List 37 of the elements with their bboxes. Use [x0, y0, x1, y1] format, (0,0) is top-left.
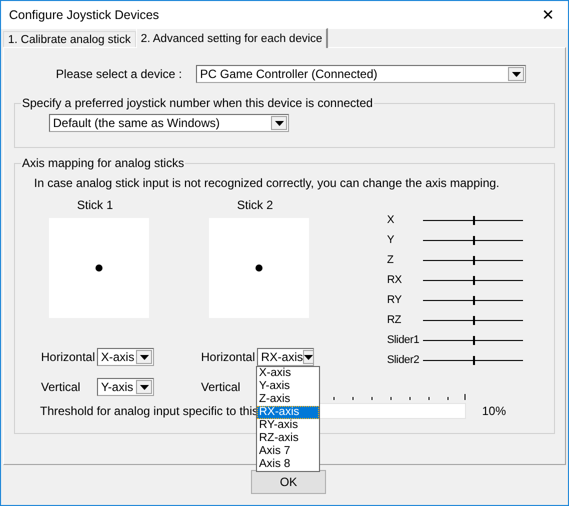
- window-title: Configure Joystick Devices: [8, 8, 160, 22]
- axis-name: RY: [387, 294, 402, 306]
- axis-dropdown[interactable]: X-axis: [97, 348, 154, 366]
- axis-name: X: [387, 214, 396, 226]
- axis-label: Horizontal: [201, 350, 256, 364]
- dropdown-option[interactable]: RZ-axis: [257, 432, 319, 445]
- dropdown-option[interactable]: Z-axis: [257, 393, 319, 406]
- tab[interactable]: 2. Advanced setting for each device: [136, 28, 328, 48]
- dropdown-option[interactable]: Y-axis: [257, 380, 319, 393]
- dropdown-option[interactable]: X-axis: [257, 367, 319, 380]
- axis-name: Slider2: [387, 354, 420, 366]
- axis-label: Vertical: [201, 380, 242, 394]
- axis-name: RX: [387, 274, 403, 286]
- tab[interactable]: 1. Calibrate analog stick: [3, 31, 136, 47]
- joystick-number-dropdown[interactable]: Default (the same as Windows): [49, 114, 289, 132]
- device-dropdown[interactable]: PC Game Controller (Connected): [196, 65, 526, 83]
- axis-name: Y: [387, 234, 396, 246]
- axis-name: Z: [387, 254, 394, 266]
- axis-name: Slider1: [387, 334, 420, 346]
- stick-label: Stick 2: [237, 198, 274, 212]
- stick-label: Stick 1: [77, 198, 114, 212]
- axis-name: RZ: [387, 314, 402, 326]
- ok-button[interactable]: OK: [251, 470, 326, 494]
- threshold-value: 10%: [482, 404, 506, 420]
- dropdown-option[interactable]: Axis 7: [257, 445, 319, 458]
- axis-label: Vertical: [41, 380, 82, 394]
- group-legend: Specify a preferred joystick number when this device is connected: [21, 96, 374, 110]
- axis-dropdown[interactable]: RX-axis: [257, 348, 314, 366]
- description-text: In case analog stick input is not recognized correctly, you can change the axis mapping.: [34, 176, 500, 190]
- close-button[interactable]: ✕: [528, 1, 568, 29]
- axis-label: Horizontal: [41, 350, 96, 364]
- dropdown-option[interactable]: RY-axis: [257, 419, 319, 432]
- group-legend: Axis mapping for analog sticks: [21, 156, 186, 170]
- dropdown-option[interactable]: RX-axis: [257, 406, 319, 419]
- axis-dropdown[interactable]: Y-axis: [97, 378, 154, 396]
- dropdown-option[interactable]: Axis 8: [257, 458, 319, 471]
- device-label: Please select a device :: [54, 67, 182, 81]
